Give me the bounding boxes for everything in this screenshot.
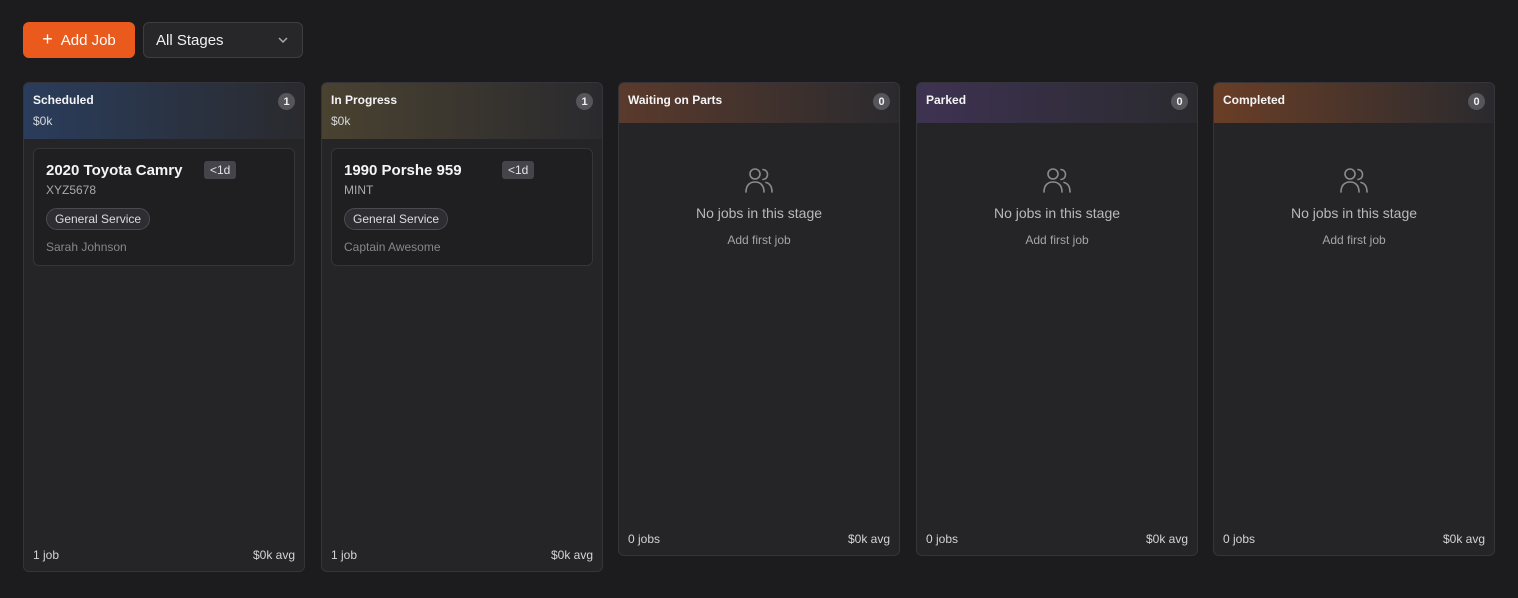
empty-state: No jobs in this stage Add first job	[619, 165, 899, 247]
job-service-tag: General Service	[46, 208, 151, 230]
plus-icon: +	[42, 29, 53, 49]
column-title: Parked	[926, 93, 967, 107]
job-card[interactable]: 2020 Toyota Camry <1d XYZ5678 General Se…	[33, 148, 295, 266]
column-count-badge: 0	[1171, 93, 1188, 110]
column-footer: 1 job $0k avg	[33, 548, 295, 562]
stage-filter-select[interactable]: All Stages	[143, 22, 303, 58]
column-title: In Progress	[331, 93, 398, 107]
empty-state-title: No jobs in this stage	[993, 205, 1121, 221]
column-footer: 0 jobs $0k avg	[628, 532, 890, 546]
job-age-badge: <1d	[502, 161, 535, 179]
add-first-job-link[interactable]: Add first job	[1214, 233, 1494, 247]
column-footer: 1 job $0k avg	[331, 548, 593, 562]
column-title: Scheduled	[33, 93, 94, 107]
stage-column-scheduled: Scheduled 1 $0k 2020 Toyota Camry <1d XY…	[23, 82, 305, 572]
column-title: Waiting on Parts	[628, 93, 723, 107]
users-icon	[745, 168, 773, 193]
users-icon	[1043, 168, 1071, 193]
column-count-badge: 1	[278, 93, 295, 110]
column-avg-value: $0k avg	[252, 548, 295, 562]
column-job-count: 1 job	[331, 548, 358, 562]
add-job-label: Add Job	[60, 31, 116, 49]
column-count-badge: 0	[873, 93, 890, 110]
job-service-tag: General Service	[344, 208, 449, 230]
stage-column-completed: Completed 0 No jobs in this stage Add fi…	[1213, 82, 1495, 556]
column-header: Parked 0	[917, 83, 1197, 123]
toolbar: + Add Job All Stages	[23, 22, 303, 58]
column-avg-value: $0k avg	[1442, 532, 1485, 546]
column-header: Completed 0	[1214, 83, 1494, 123]
column-avg-value: $0k avg	[1145, 532, 1188, 546]
job-plate: XYZ5678	[46, 183, 97, 197]
column-job-count: 0 jobs	[628, 532, 661, 546]
column-title: Completed	[1223, 93, 1286, 107]
job-card[interactable]: 1990 Porshe 959 <1d MINT General Service…	[331, 148, 593, 266]
job-card-title: 2020 Toyota Camry	[46, 162, 183, 179]
column-job-count: 1 job	[33, 548, 60, 562]
job-customer: Sarah Johnson	[46, 240, 127, 254]
column-footer: 0 jobs $0k avg	[926, 532, 1188, 546]
empty-state: No jobs in this stage Add first job	[1214, 165, 1494, 247]
column-header: Waiting on Parts 0	[619, 83, 899, 123]
column-value: $0k	[331, 114, 351, 128]
chevron-down-icon	[278, 37, 288, 44]
add-first-job-link[interactable]: Add first job	[917, 233, 1197, 247]
job-plate: MINT	[344, 183, 374, 197]
column-value: $0k	[33, 114, 53, 128]
add-first-job-link[interactable]: Add first job	[619, 233, 899, 247]
column-avg-value: $0k avg	[847, 532, 890, 546]
column-job-count: 0 jobs	[1223, 532, 1256, 546]
job-card-title: 1990 Porshe 959	[344, 162, 462, 179]
empty-state: No jobs in this stage Add first job	[917, 165, 1197, 247]
empty-state-title: No jobs in this stage	[695, 205, 823, 221]
job-customer: Captain Awesome	[344, 240, 441, 254]
column-job-count: 0 jobs	[926, 532, 959, 546]
stage-column-parked: Parked 0 No jobs in this stage Add first…	[916, 82, 1198, 556]
stage-column-in-progress: In Progress 1 $0k 1990 Porshe 959 <1d MI…	[321, 82, 603, 572]
column-count-badge: 1	[576, 93, 593, 110]
job-age-badge: <1d	[204, 161, 237, 179]
users-icon	[1340, 168, 1368, 193]
stage-column-waiting-on-parts: Waiting on Parts 0 No jobs in this stage…	[618, 82, 900, 556]
column-header: In Progress 1 $0k	[322, 83, 602, 139]
column-count-badge: 0	[1468, 93, 1485, 110]
column-avg-value: $0k avg	[550, 548, 593, 562]
column-footer: 0 jobs $0k avg	[1223, 532, 1485, 546]
empty-state-title: No jobs in this stage	[1290, 205, 1418, 221]
add-job-button[interactable]: + Add Job	[23, 22, 135, 58]
column-header: Scheduled 1 $0k	[24, 83, 304, 139]
stage-filter-value: All Stages	[156, 31, 224, 49]
